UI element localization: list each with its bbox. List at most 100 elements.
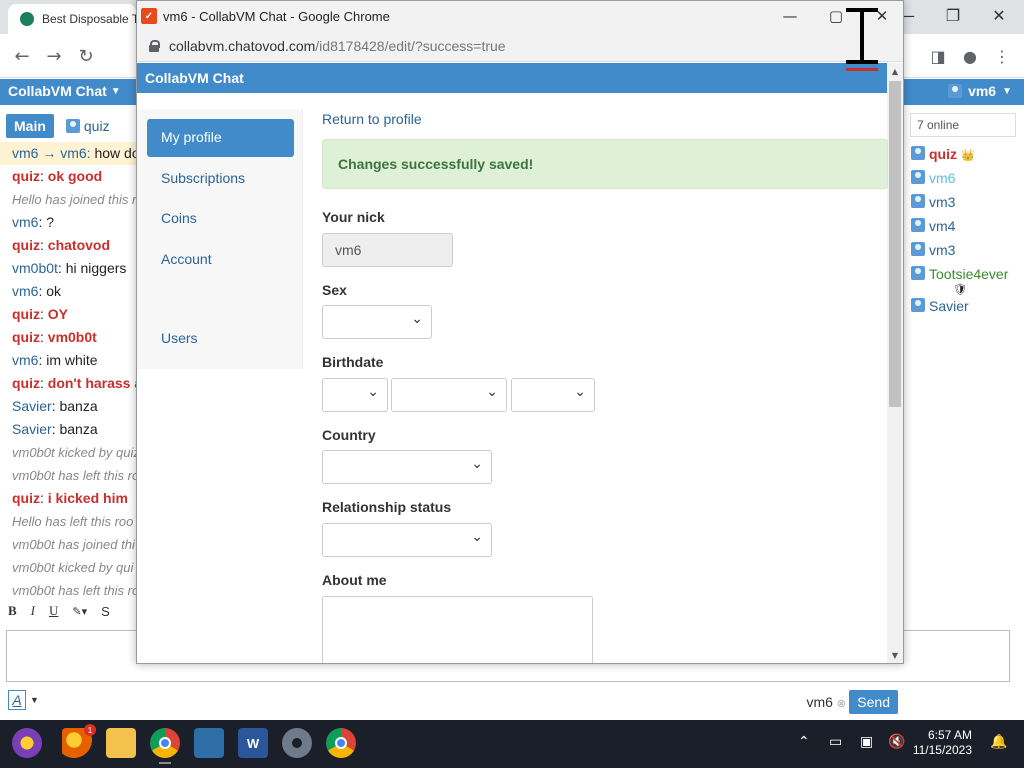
message-nick[interactable]: Savier xyxy=(12,398,52,414)
birth-year-select[interactable] xyxy=(511,378,595,412)
message-text: ok xyxy=(46,283,62,299)
close-icon[interactable]: ✕ xyxy=(976,0,1022,30)
message-nick[interactable]: quiz xyxy=(12,329,40,345)
birthdate-label: Birthdate xyxy=(322,354,384,370)
private-message-nick[interactable]: vm6 → vm6: xyxy=(12,145,94,161)
clock[interactable]: 6:57 AM 11/15/2023 xyxy=(902,728,972,758)
nav-users[interactable]: Users xyxy=(147,320,294,358)
file-explorer-icon[interactable] xyxy=(106,728,136,758)
birth-month-select[interactable] xyxy=(391,378,507,412)
user-menu[interactable]: vm6 ▼ xyxy=(948,83,1012,99)
message-text: im white xyxy=(46,352,98,368)
message-nick[interactable]: vm6 xyxy=(12,214,38,230)
user-entry: vm3 xyxy=(929,194,955,210)
message-nick[interactable]: Savier xyxy=(12,421,52,437)
scroll-down-icon[interactable]: ▼ xyxy=(887,647,903,663)
profile-avatar-icon[interactable]: ● xyxy=(958,44,982,68)
back-arrow-icon[interactable]: ← xyxy=(10,44,34,68)
popup-scrollbar[interactable]: ▲ ▼ xyxy=(887,63,903,663)
user-list-item[interactable]: Tootsie4ever 🛡 xyxy=(911,266,1021,298)
message-nick[interactable]: quiz xyxy=(12,375,40,391)
chevron-down-icon[interactable]: ▼ xyxy=(30,695,39,705)
chat-message: quiz: chatovod xyxy=(0,234,140,257)
user-list: quiz 👑 vm6 vm3 vm4 vm3 Tootsie4ever 🛡 Savier xyxy=(911,146,1021,322)
restore-icon[interactable]: ❐ xyxy=(930,0,976,30)
message-text: banza xyxy=(59,398,98,414)
country-select[interactable] xyxy=(322,450,492,484)
user-list-item[interactable]: vm6 xyxy=(911,170,1021,194)
tab-quiz[interactable]: quiz xyxy=(62,114,114,138)
nick-field[interactable]: vm6 xyxy=(322,233,453,267)
message-nick[interactable]: quiz xyxy=(12,168,40,184)
sex-select[interactable] xyxy=(322,305,432,339)
footer-nick[interactable]: vm6 ⊗ xyxy=(806,694,846,710)
tab-main[interactable]: Main xyxy=(6,114,54,138)
italic-button[interactable]: I xyxy=(31,603,35,619)
brand-menu[interactable]: CollabVM Chat ▼ xyxy=(8,83,121,99)
nav-my-profile[interactable]: My profile xyxy=(147,119,294,157)
word-icon[interactable]: W xyxy=(238,728,268,758)
tray-chevron-up-icon[interactable]: ⌃ xyxy=(798,734,810,750)
chat-message: vm0b0t has left this ro xyxy=(0,579,140,598)
format-icon[interactable]: A xyxy=(8,690,26,710)
return-to-profile-link[interactable]: Return to profile xyxy=(322,111,422,127)
relationship-select[interactable] xyxy=(322,523,492,557)
message-nick[interactable]: vm6 xyxy=(12,352,38,368)
user-list-item[interactable]: Savier xyxy=(911,298,1021,322)
popup-titlebar[interactable]: ✓ vm6 - CollabVM Chat - Google Chrome — … xyxy=(137,1,903,31)
side-panel-icon[interactable]: ◨ xyxy=(926,44,950,68)
start-button-icon[interactable] xyxy=(12,728,42,758)
user-list-item[interactable]: vm4 xyxy=(911,218,1021,242)
send-button[interactable]: Send xyxy=(849,690,898,714)
about-me-textarea[interactable] xyxy=(322,596,593,663)
scrollbar-thumb[interactable] xyxy=(889,81,901,407)
message-nick[interactable]: quiz xyxy=(12,490,40,506)
firefox-icon[interactable]: 1 xyxy=(62,724,96,758)
system-message-text: vm0b0t kicked by quiz xyxy=(12,445,140,460)
nav-account[interactable]: Account xyxy=(147,241,294,279)
system-message-text: Hello has joined this r xyxy=(12,192,137,207)
user-list-item[interactable]: vm3 xyxy=(911,194,1021,218)
message-text: how do y xyxy=(94,145,140,161)
minimize-icon[interactable]: — xyxy=(767,1,813,31)
reload-icon[interactable]: ↻ xyxy=(74,44,98,68)
message-text: don't harass ar xyxy=(47,375,140,391)
background-browser-tab[interactable]: Best Disposable T xyxy=(8,4,136,34)
popup-address-bar[interactable]: collabvm.chatovod.com/id8178428/edit/?su… xyxy=(137,31,903,62)
underline-button[interactable]: U xyxy=(49,603,58,619)
forward-arrow-icon[interactable]: → xyxy=(42,44,66,68)
menu-dots-icon[interactable]: ⋮ xyxy=(990,44,1014,68)
chrome-alt-icon[interactable] xyxy=(326,728,356,758)
chat-message: Savier: banza xyxy=(0,418,140,441)
network-icon[interactable]: ▭ xyxy=(829,734,842,750)
chrome-icon[interactable] xyxy=(150,728,180,764)
bold-button[interactable]: B xyxy=(8,603,17,619)
image-viewer-icon[interactable] xyxy=(194,728,224,758)
chat-tabs: Main quiz xyxy=(6,114,114,138)
about-label: About me xyxy=(322,572,387,588)
message-nick[interactable]: vm0b0t xyxy=(12,260,58,276)
display-icon[interactable]: ▣ xyxy=(860,734,873,750)
chat-message: Savier: banza xyxy=(0,395,140,418)
profile-edit-form: Return to profile Changes successfully s… xyxy=(322,93,888,663)
clear-icon[interactable]: ⊗ xyxy=(837,698,846,710)
strike-button[interactable]: S xyxy=(101,604,110,619)
chat-message: quiz: don't harass ar xyxy=(0,372,140,395)
nav-coins[interactable]: Coins xyxy=(147,200,294,238)
clock-date: 11/15/2023 xyxy=(912,743,972,757)
message-nick[interactable]: vm6 xyxy=(12,283,38,299)
user-entry: vm4 xyxy=(929,218,955,234)
notification-bell-icon[interactable]: 🔔 xyxy=(990,734,1007,750)
nav-subscriptions[interactable]: Subscriptions xyxy=(147,160,294,198)
user-list-item[interactable]: quiz 👑 xyxy=(911,146,1021,170)
chat-message: vm0b0t: hi niggers xyxy=(0,257,140,280)
scroll-up-icon[interactable]: ▲ xyxy=(887,63,903,79)
birth-day-select[interactable] xyxy=(322,378,388,412)
lock-icon[interactable] xyxy=(149,40,160,52)
settings-gear-icon[interactable] xyxy=(282,728,312,758)
notification-badge: 1 xyxy=(84,724,96,736)
message-nick[interactable]: quiz xyxy=(12,306,40,322)
message-nick[interactable]: quiz xyxy=(12,237,40,253)
text-color-button[interactable]: ✎▾ xyxy=(72,605,87,618)
user-list-item[interactable]: vm3 xyxy=(911,242,1021,266)
